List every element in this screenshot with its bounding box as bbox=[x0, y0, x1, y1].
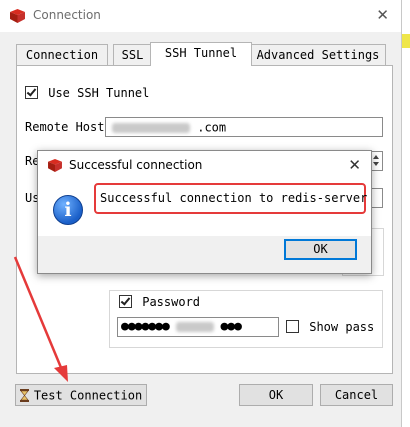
connection-window: Connection ✕ Connection SSL SSH Tunnel A… bbox=[0, 0, 402, 427]
redis-app-icon bbox=[48, 159, 62, 172]
success-dialog: Successful connection ✕ i Successful con… bbox=[37, 150, 372, 274]
close-icon[interactable]: ✕ bbox=[348, 156, 361, 174]
info-icon: i bbox=[53, 195, 83, 225]
dialog-ok-button[interactable]: OK bbox=[284, 239, 357, 260]
dialog-title: Successful connection bbox=[69, 158, 203, 172]
background-window-edge bbox=[402, 0, 410, 427]
tab-ssh-tunnel[interactable]: SSH Tunnel bbox=[150, 42, 252, 66]
dialog-title-bar: Successful connection ✕ bbox=[38, 151, 371, 179]
background-highlight bbox=[402, 34, 410, 48]
dialog-message: Successful connection to redis-server bbox=[100, 191, 368, 205]
